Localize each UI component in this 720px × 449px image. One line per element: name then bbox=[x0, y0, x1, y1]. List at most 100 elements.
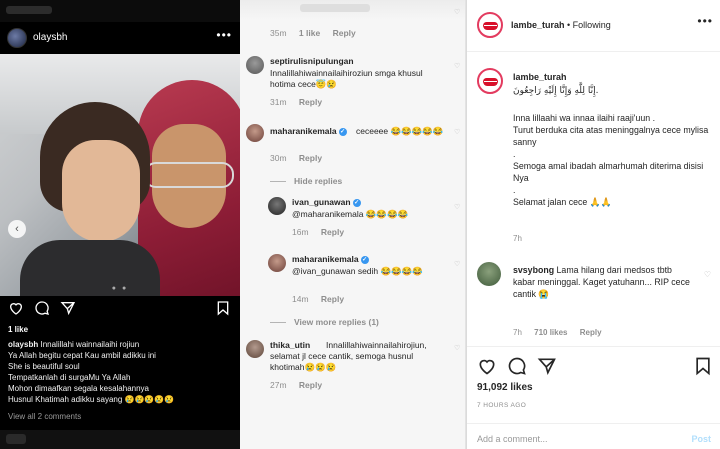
left-post-username[interactable]: olaysbh bbox=[33, 32, 67, 43]
comment-time: 16m bbox=[292, 227, 309, 237]
avatar[interactable] bbox=[246, 340, 264, 358]
reply-button[interactable]: Reply bbox=[321, 294, 344, 304]
lips-shape bbox=[483, 22, 498, 30]
blurred-element bbox=[6, 434, 26, 444]
comment-meta: 31m Reply bbox=[270, 97, 322, 107]
caption-line: Ya Allah begitu cepat Kau ambil adikku i… bbox=[8, 351, 156, 360]
comment-icon[interactable] bbox=[34, 300, 50, 316]
view-all-comments-link[interactable]: View all 2 comments bbox=[8, 412, 81, 421]
caption-line: She is beautiful soul bbox=[8, 362, 80, 371]
heart-icon[interactable]: ♡ bbox=[454, 203, 460, 211]
verified-badge-icon: ✓ bbox=[338, 127, 347, 136]
heart-icon[interactable]: ♡ bbox=[454, 128, 460, 136]
right-post-actions bbox=[467, 346, 720, 376]
comment-icon[interactable] bbox=[507, 356, 527, 376]
comment-item: thika_utin Innalillahiwainnailahirojiun,… bbox=[246, 340, 460, 396]
caption-body: Inna lillaahi wa innaa ilaihi raaji'uun … bbox=[513, 112, 713, 208]
heart-icon[interactable]: ♡ bbox=[454, 344, 460, 352]
hide-replies-button[interactable]: Hide replies bbox=[270, 176, 342, 186]
blurred-top-area bbox=[240, 0, 466, 20]
view-more-replies-button[interactable]: View more replies (1) bbox=[270, 317, 379, 327]
comment-text: @maharanikemala 😂😂😂😂 bbox=[292, 209, 409, 219]
lips-avatar-icon[interactable] bbox=[477, 12, 503, 38]
comment-meta: 35m 1 like Reply bbox=[270, 28, 356, 38]
post-photo[interactable]: ‹ ● ● bbox=[0, 54, 240, 296]
lips-avatar-icon[interactable] bbox=[477, 68, 503, 94]
reply-button[interactable]: Reply bbox=[321, 227, 344, 237]
comment-time: 7h bbox=[513, 328, 522, 337]
caption-line: . bbox=[513, 149, 516, 159]
share-icon[interactable] bbox=[60, 300, 76, 316]
heart-icon[interactable] bbox=[8, 300, 24, 316]
following-button[interactable]: • Following bbox=[565, 20, 611, 30]
comment-username[interactable]: svsybong bbox=[513, 265, 554, 275]
caption-line: Turut berduka cita atas meninggalnya cec… bbox=[513, 125, 709, 147]
blurred-text bbox=[6, 6, 52, 14]
avatar[interactable] bbox=[246, 56, 264, 74]
caption-username[interactable]: lambe_turah bbox=[513, 72, 567, 82]
caption-line: Husnul Khatimah adikku sayang 😢😢😢😢😢 bbox=[8, 395, 175, 404]
add-comment-bar: Add a comment... Post bbox=[467, 423, 720, 449]
avatar[interactable] bbox=[7, 28, 27, 48]
blurred-bottom-bar bbox=[0, 430, 240, 449]
caption-username[interactable]: olaysbh bbox=[8, 340, 38, 349]
comment-text: svsybong Lama hilang dari medsos tbtb ka… bbox=[513, 264, 693, 300]
reply-button[interactable]: Reply bbox=[333, 28, 356, 38]
caption-line: Selamat jalan cece 🙏🙏 bbox=[513, 197, 612, 207]
reply-button[interactable]: Reply bbox=[299, 97, 322, 107]
heart-icon[interactable]: ♡ bbox=[454, 8, 460, 16]
caption-time: 7h bbox=[513, 234, 522, 243]
right-post-panel: lambe_turah • Following ••• lambe_turah … bbox=[466, 0, 720, 449]
left-like-count[interactable]: 1 like bbox=[8, 325, 28, 334]
comment-username[interactable]: maharanikemala ✓ bbox=[270, 126, 347, 136]
previous-photo-icon[interactable]: ‹ bbox=[8, 220, 26, 238]
avatar[interactable] bbox=[268, 254, 286, 272]
caption-line: Mohon dimaafkan segala kesalahannya bbox=[8, 384, 149, 393]
photo-face-left bbox=[62, 140, 140, 242]
comment-meta: 16m Reply bbox=[292, 227, 344, 237]
left-post-header: olaysbh ••• bbox=[0, 24, 240, 52]
verified-badge-icon: ✓ bbox=[360, 255, 369, 264]
comment-item: maharanikemala ✓ ceceeee 😂😂😂😂😂 30m Reply … bbox=[246, 124, 460, 166]
add-comment-input[interactable]: Add a comment... bbox=[477, 434, 548, 444]
reply-button[interactable]: Reply bbox=[299, 380, 322, 390]
comment-username[interactable]: septirulisnipulungan bbox=[270, 56, 354, 66]
comment-likes[interactable]: 710 likes bbox=[534, 328, 567, 337]
comment-time: 35m bbox=[270, 28, 287, 38]
heart-icon[interactable] bbox=[477, 356, 497, 376]
right-post-header: lambe_turah • Following ••• bbox=[467, 0, 720, 52]
more-options-icon[interactable]: ••• bbox=[216, 28, 232, 42]
left-post-panel: olaysbh ••• ‹ ● ● 1 like olaysbh Innalil… bbox=[0, 0, 240, 449]
comment-meta: 14m Reply bbox=[292, 294, 344, 304]
header-username[interactable]: lambe_turah bbox=[511, 20, 565, 30]
reply-button[interactable]: Reply bbox=[299, 153, 322, 163]
heart-icon[interactable]: ♡ bbox=[454, 62, 460, 70]
bookmark-icon[interactable] bbox=[215, 300, 231, 316]
comment-username[interactable]: ivan_gunawan ✓ bbox=[292, 197, 361, 207]
left-post-actions bbox=[0, 300, 240, 320]
comment-text: Innalillahiwainnailahirojiun, selamat jl… bbox=[270, 340, 427, 372]
reply-button[interactable]: Reply bbox=[580, 328, 602, 337]
caption-line: Semoga amal ibadah almarhumah diterima d… bbox=[513, 161, 704, 183]
bookmark-icon[interactable] bbox=[693, 356, 713, 376]
comment-meta: 30m Reply bbox=[270, 153, 322, 163]
post-button[interactable]: Post bbox=[691, 434, 711, 444]
lips-line bbox=[484, 81, 497, 82]
more-options-icon[interactable]: ••• bbox=[697, 14, 713, 28]
left-caption: olaysbh Innalillahi wainnailaihi rojiun … bbox=[8, 339, 236, 405]
comment-username[interactable]: maharanikemala ✓ bbox=[292, 254, 369, 264]
comment-time: 27m bbox=[270, 380, 287, 390]
header-user-follow: lambe_turah • Following bbox=[511, 20, 611, 30]
share-icon[interactable] bbox=[537, 356, 557, 376]
avatar[interactable] bbox=[246, 124, 264, 142]
comments-panel: 35m 1 like Reply ♡ septirulisnipulungan … bbox=[240, 0, 466, 449]
heart-icon[interactable]: ♡ bbox=[454, 260, 460, 268]
comment-likes[interactable]: 1 like bbox=[299, 28, 320, 38]
comment-time: 30m bbox=[270, 153, 287, 163]
comment-time: 31m bbox=[270, 97, 287, 107]
avatar[interactable] bbox=[268, 197, 286, 215]
heart-icon[interactable]: ♡ bbox=[704, 270, 711, 279]
comment-text: ceceeee 😂😂😂😂😂 bbox=[356, 126, 444, 136]
avatar[interactable] bbox=[477, 262, 501, 286]
like-count[interactable]: 91,092 likes bbox=[477, 382, 533, 393]
